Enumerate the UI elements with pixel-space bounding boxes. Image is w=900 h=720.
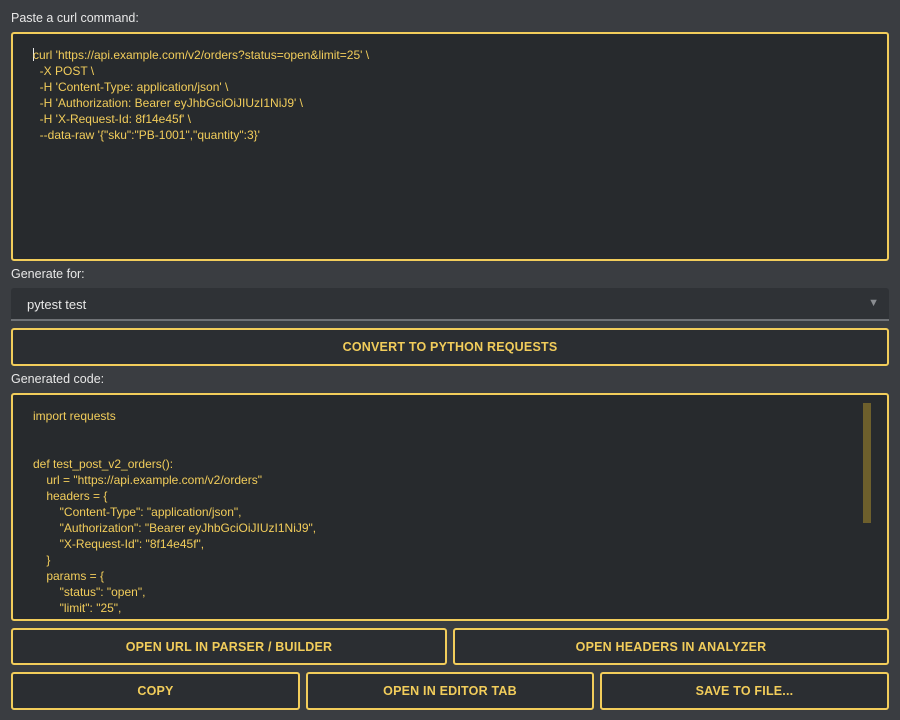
curl-converter-window: Paste a curl command: curl 'https://api.…	[0, 0, 900, 720]
generate-for-label: Generate for:	[11, 267, 85, 281]
generate-for-selected-value: pytest test	[27, 297, 87, 312]
chevron-down-icon: ▼	[868, 297, 879, 309]
generated-code-label: Generated code:	[11, 372, 105, 386]
curl-input-text: curl 'https://api.example.com/v2/orders?…	[33, 47, 369, 143]
generated-code-scrollbar[interactable]	[863, 403, 871, 523]
generated-code-area[interactable]: import requests def test_post_v2_orders(…	[11, 393, 889, 621]
curl-input-content: url 'https://api.example.com/v2/orders?s…	[39, 48, 370, 142]
open-in-editor-tab-button[interactable]: OPEN IN EDITOR TAB	[306, 672, 594, 710]
curl-input-textarea[interactable]: curl 'https://api.example.com/v2/orders?…	[11, 32, 889, 261]
generate-for-select[interactable]: pytest test ▼	[11, 288, 889, 321]
open-url-in-parser-button[interactable]: OPEN URL IN PARSER / BUILDER	[11, 628, 447, 665]
generated-code-content: import requests def test_post_v2_orders(…	[33, 409, 317, 619]
open-headers-in-analyzer-button[interactable]: OPEN HEADERS IN ANALYZER	[453, 628, 889, 665]
copy-button[interactable]: COPY	[11, 672, 300, 710]
curl-input-label: Paste a curl command:	[11, 11, 139, 25]
convert-button[interactable]: CONVERT TO PYTHON REQUESTS	[11, 328, 889, 366]
save-to-file-button[interactable]: SAVE TO FILE...	[600, 672, 889, 710]
